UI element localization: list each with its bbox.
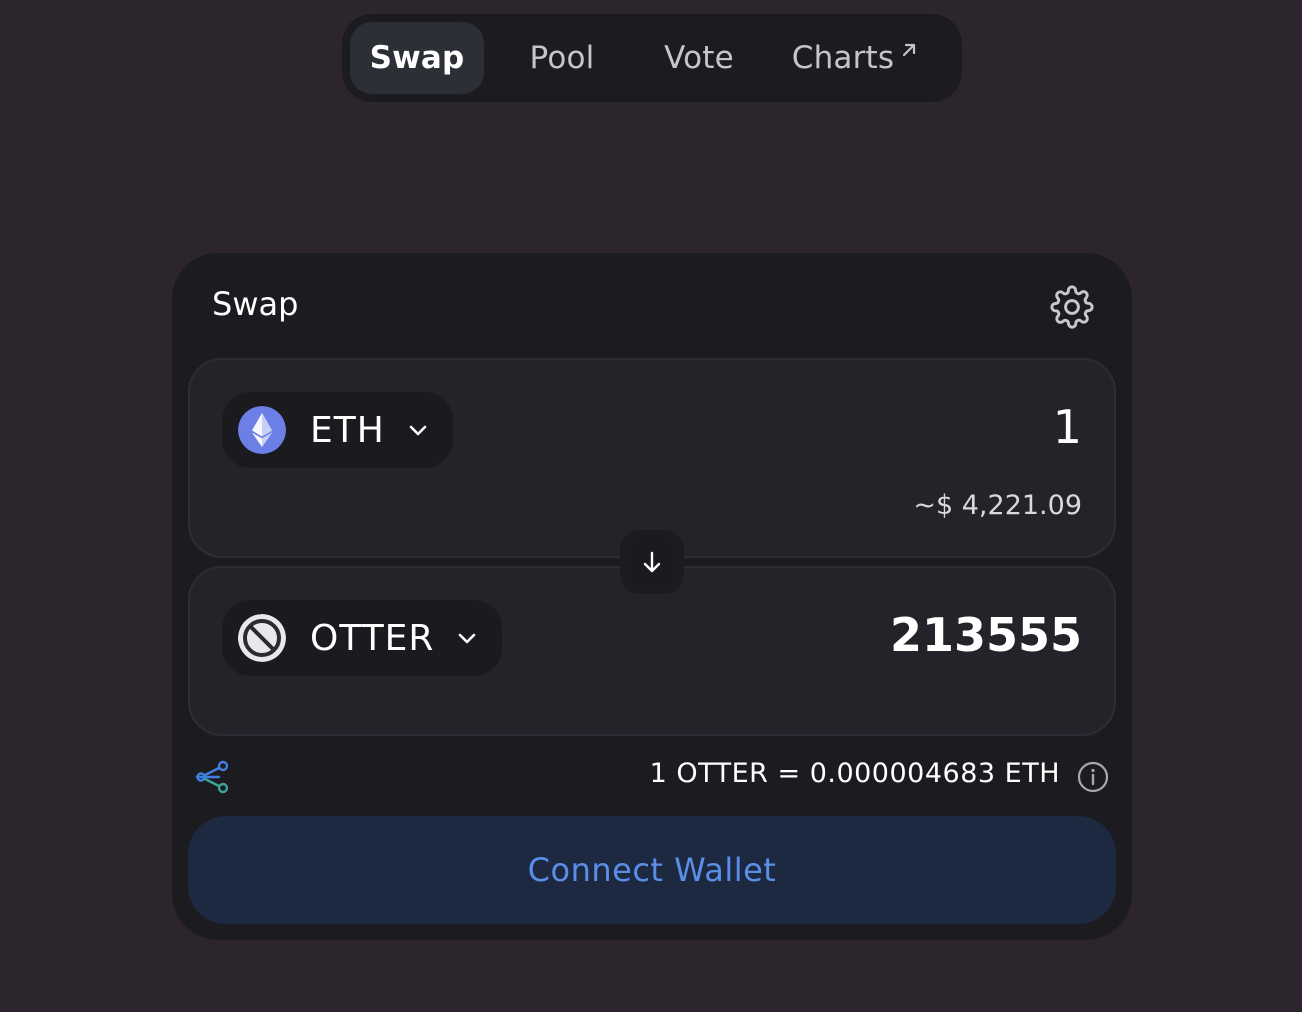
from-usd-value: ~$ 4,221.09 bbox=[913, 490, 1082, 521]
info-icon[interactable] bbox=[1076, 760, 1110, 794]
tab-pool[interactable]: Pool bbox=[484, 22, 640, 94]
card-title: Swap bbox=[212, 285, 299, 323]
tab-charts[interactable]: Charts bbox=[758, 22, 954, 94]
connect-wallet-button[interactable]: Connect Wallet bbox=[188, 816, 1116, 924]
from-token-selector[interactable]: ETH bbox=[222, 392, 453, 468]
from-amount-input[interactable]: 1 bbox=[1053, 400, 1082, 454]
tab-swap-label: Swap bbox=[369, 40, 465, 76]
prohibited-token-icon bbox=[238, 614, 286, 662]
gear-icon[interactable] bbox=[1050, 285, 1094, 329]
top-nav: Swap Pool Vote Charts bbox=[342, 14, 962, 102]
arrow-down-icon bbox=[643, 551, 661, 573]
to-token-label: OTTER bbox=[310, 617, 435, 659]
ethereum-icon bbox=[238, 406, 286, 454]
exchange-rate: 1 OTTER = 0.000004683 ETH bbox=[649, 758, 1060, 789]
chevron-down-icon bbox=[459, 633, 476, 644]
chevron-down-icon bbox=[409, 425, 427, 436]
external-link-icon bbox=[903, 43, 916, 57]
to-token-selector[interactable]: OTTER bbox=[222, 600, 503, 676]
tab-charts-label: Charts bbox=[791, 40, 895, 76]
tab-vote-label: Vote bbox=[664, 40, 734, 76]
tab-vote[interactable]: Vote bbox=[640, 22, 758, 94]
tab-pool-label: Pool bbox=[529, 40, 595, 76]
connect-wallet-label: Connect Wallet bbox=[527, 851, 777, 889]
switch-direction-button[interactable] bbox=[620, 530, 684, 594]
from-panel: ETH 1 ~$ 4,221.09 bbox=[188, 358, 1116, 558]
route-icon[interactable] bbox=[194, 758, 232, 796]
swap-card: Swap ETH 1 ~$ 4,221.09 OTTER 213555 1 OT… bbox=[172, 253, 1132, 940]
tab-swap[interactable]: Swap bbox=[350, 22, 484, 94]
from-token-label: ETH bbox=[310, 409, 385, 451]
to-amount-input[interactable]: 213555 bbox=[890, 608, 1082, 662]
